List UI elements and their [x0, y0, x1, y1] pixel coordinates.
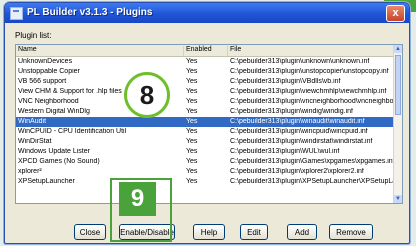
callout-8-badge: 8	[124, 72, 170, 118]
row-enabled: Yes	[186, 128, 198, 135]
callout-9-badge: 9	[119, 182, 156, 216]
scroll-up-icon[interactable]: ▲	[394, 45, 402, 53]
column-header-file[interactable]: File	[228, 46, 394, 56]
table-row[interactable]: VB 566 support Yes C:\pebuilder313\plugin\…	[16, 77, 394, 87]
column-header-name[interactable]: Name	[16, 46, 184, 56]
table-row[interactable]: Western Digital WinDlg Yes C:\pebuilder313…	[16, 107, 394, 117]
table-row[interactable]: xplorer² Yes C:\pebuilder313\plugin\xplore…	[16, 167, 394, 177]
row-name: Windows Update Lister	[18, 148, 90, 155]
row-name: UnknownDevices	[18, 58, 73, 65]
row-enabled: Yes	[186, 58, 198, 65]
plugins-dialog: PL Builder v3.1.3 - Plugins x Plugin lis…	[4, 2, 410, 244]
plugin-rows: UnknownDevices Yes C:\pebuilder313\plugin\…	[16, 57, 394, 187]
list-header: Name Enabled File	[16, 45, 394, 57]
close-button[interactable]: Close	[74, 224, 106, 240]
table-row[interactable]: View CHM & Support for .hlp files Yes C:\p…	[16, 87, 394, 97]
row-file: C:\pebuilder313\plugin\Games\xpgames\xpg…	[230, 158, 394, 165]
table-row[interactable]: Windows Update Lister Yes C:\pebuilder313\…	[16, 147, 394, 157]
table-row[interactable]: XPCD Games (No Sound) Yes C:\pebuilder313\…	[16, 157, 394, 167]
table-row[interactable]: WinDirStat Yes C:\pebuilder313\plugin\wind…	[16, 137, 394, 147]
row-enabled: Yes	[186, 148, 198, 155]
row-file: C:\pebuilder313\plugin\XPSetupLauncher\X…	[230, 178, 394, 185]
edit-button[interactable]: Edit	[240, 224, 268, 240]
row-enabled: Yes	[186, 158, 198, 165]
help-button[interactable]: Help	[193, 224, 225, 240]
row-enabled: Yes	[186, 178, 198, 185]
row-file: C:\pebuilder313\plugin\viewchmhlp\viewch…	[230, 88, 387, 95]
table-row[interactable]: VNC Neighborhood Yes C:\pebuilder313\plugi…	[16, 97, 394, 107]
row-file: C:\pebuilder313\plugin\windirstat\windir…	[230, 138, 373, 145]
row-enabled: Yes	[186, 108, 198, 115]
close-icon[interactable]: x	[386, 5, 405, 22]
scroll-down-icon[interactable]: ▼	[394, 195, 402, 203]
row-file: C:\pebuilder313\plugin\windig\windig.inf	[230, 108, 353, 115]
app-icon	[10, 7, 23, 20]
row-file: C:\pebuilder313\plugin\unknown\unknown.i…	[230, 58, 370, 65]
row-file: C:\pebuilder313\plugin\vncneighborhood\v…	[230, 98, 394, 105]
table-row[interactable]: UnknownDevices Yes C:\pebuilder313\plugin\…	[16, 57, 394, 67]
row-enabled: Yes	[186, 98, 198, 105]
row-name: WinDirStat	[18, 138, 52, 145]
row-file: C:\pebuilder313\plugin\winaudit\winaudit…	[230, 118, 365, 125]
scroll-thumb[interactable]	[395, 55, 401, 115]
remove-button[interactable]: Remove	[329, 224, 373, 240]
title-bar[interactable]: PL Builder v3.1.3 - Plugins x	[5, 3, 409, 23]
table-row[interactable]: WinCPUID - CPU Identification Util Yes C:\…	[16, 127, 394, 137]
row-enabled: Yes	[186, 138, 198, 145]
table-row[interactable]: XPSetupLauncher Yes C:\pebuilder313\plugin…	[16, 177, 394, 187]
row-enabled: Yes	[186, 88, 198, 95]
row-name: WinCPUID - CPU Identification Util	[18, 128, 127, 135]
row-file: C:\pebuilder313\plugin\WUL\wul.inf	[230, 148, 340, 155]
vertical-scrollbar[interactable]: ▲ ▼	[393, 45, 402, 203]
row-name: WinAudit	[18, 118, 47, 125]
table-row[interactable]: Unstoppable Copier Yes C:\pebuilder313\plu…	[16, 67, 394, 77]
row-enabled: Yes	[186, 68, 198, 75]
plugin-list-label: Plugin list:	[15, 31, 52, 40]
row-enabled: Yes	[186, 118, 198, 125]
row-name: xplorer²	[18, 168, 42, 175]
window-title: PL Builder v3.1.3 - Plugins	[27, 7, 153, 18]
column-header-enabled[interactable]: Enabled	[184, 46, 228, 56]
add-button[interactable]: Add	[287, 224, 317, 240]
row-enabled: Yes	[186, 78, 198, 85]
table-row[interactable]: WinAudit Yes C:\pebuilder313\plugin\winaud…	[16, 117, 394, 127]
row-file: C:\pebuilder313\plugin\xplorer2\xplorer2…	[230, 168, 364, 175]
row-enabled: Yes	[186, 168, 198, 175]
row-name: XPCD Games (No Sound)	[18, 158, 100, 165]
row-file: C:\pebuilder313\plugin\unstopcopier\unst…	[230, 68, 389, 75]
plugin-list[interactable]: Name Enabled File UnknownDevices Yes C:\pe…	[15, 44, 403, 204]
row-file: C:\pebuilder313\plugin\wincpuid\wincpuid…	[230, 128, 368, 135]
row-file: C:\pebuilder313\plugin\VBdlls\vb.inf	[230, 78, 341, 85]
